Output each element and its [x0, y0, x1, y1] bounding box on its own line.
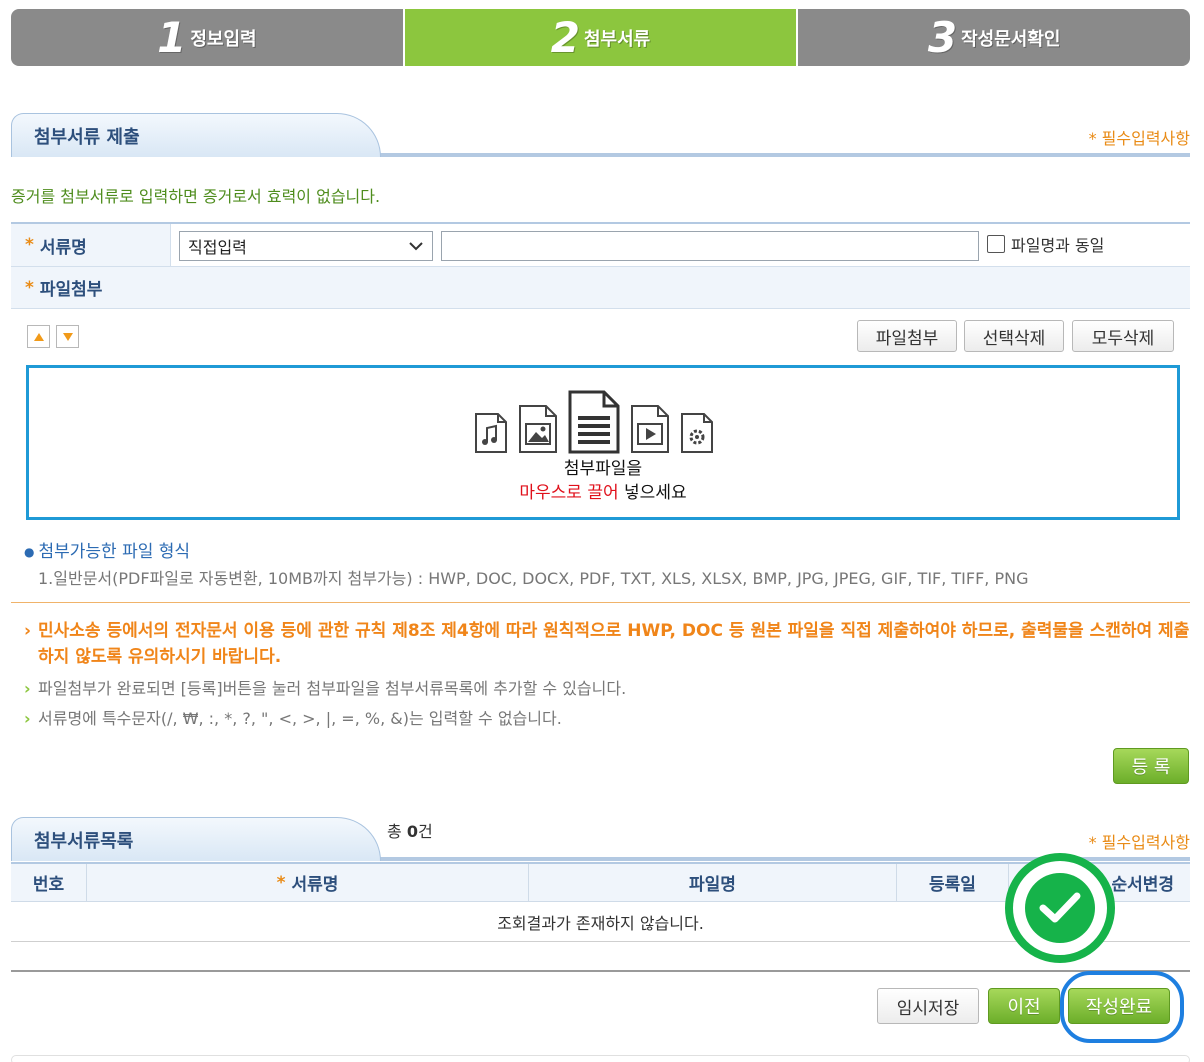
temp-save-button[interactable]: 임시저장 — [877, 988, 979, 1024]
file-attach-header: * 파일첨부 — [11, 267, 171, 308]
step-label: 정보입력 — [190, 28, 257, 50]
file-drop-zone[interactable]: 첨부파일을 마우스로 끌어 넣으세요 — [26, 365, 1180, 520]
col-file-name: 파일명 — [529, 864, 897, 901]
section-tab: 첨부서류목록 — [11, 817, 381, 861]
success-check-badge — [1005, 853, 1115, 963]
col-doc-name-label: 서류명 — [291, 875, 339, 895]
notes-divider — [11, 602, 1190, 603]
file-attach-button[interactable]: 파일첨부 — [857, 320, 957, 352]
total-suffix: 건 — [417, 822, 433, 841]
image-file-icon — [519, 405, 557, 453]
audio-file-icon — [475, 413, 507, 453]
doc-name-header: * 서류명 — [11, 224, 171, 266]
attachment-submit-section-header: 첨부서류 제출 * 필수입력사항 — [11, 113, 1190, 157]
arrow-down-icon — [62, 332, 73, 341]
step-1: 1 정보입력 — [11, 9, 403, 66]
arrow-up-icon — [33, 332, 44, 341]
file-type-icons — [474, 390, 714, 454]
step-number: 1 — [157, 13, 187, 62]
required-star: * — [276, 872, 286, 893]
bottom-panel-edge — [11, 1055, 1190, 1062]
required-star: * — [25, 235, 34, 255]
step-label: 첨부서류 — [584, 28, 651, 50]
col-reg-date: 등록일 — [897, 864, 1009, 901]
video-file-icon — [631, 405, 669, 453]
attachment-list-section-header: 첨부서류목록 * 필수입력사항 — [11, 817, 1190, 861]
file-attach-row: * 파일첨부 — [11, 267, 1190, 309]
col-number: 번호 — [11, 864, 87, 901]
evidence-notice: 증거를 첨부서류로 입력하면 증거로서 효력이 없습니다. — [11, 187, 381, 206]
drop-instruction-highlight: 마우스로 끌어 — [519, 483, 619, 503]
total-number: 0 — [406, 822, 418, 841]
file-attach-label: 파일첨부 — [39, 280, 103, 300]
step-3: 3 작성문서확인 — [796, 9, 1190, 66]
chevron-down-icon — [408, 236, 424, 260]
required-star: * — [25, 277, 34, 298]
section-title: 첨부서류 제출 — [34, 126, 140, 148]
total-prefix: 총 — [387, 822, 407, 841]
step-label: 작성문서확인 — [961, 28, 1061, 50]
file-types-title-text: 첨부가능한 파일 형식 — [38, 542, 191, 562]
doc-name-select[interactable]: 직접입력 — [179, 231, 433, 261]
doc-name-row: * 서류명 직접입력 파일명과 동일 — [11, 222, 1190, 267]
check-icon — [1025, 873, 1095, 943]
delete-all-button[interactable]: 모두삭제 — [1072, 320, 1174, 352]
step-2: 2 첨부서류 — [402, 9, 797, 66]
file-types-title: ● 첨부가능한 파일 형식 — [24, 542, 191, 562]
required-note: * 필수입력사항 — [1088, 833, 1190, 852]
drop-instruction-line2: 마우스로 끌어 넣으세요 — [29, 478, 1177, 503]
delete-selected-button[interactable]: 선택삭제 — [964, 320, 1064, 352]
same-as-filename-checkbox[interactable] — [987, 235, 1005, 253]
bottom-divider — [11, 970, 1190, 972]
prev-button[interactable]: 이전 — [988, 988, 1060, 1024]
step-number: 2 — [550, 13, 580, 62]
required-note: * 필수입력사항 — [1088, 129, 1190, 148]
step-number: 3 — [927, 13, 958, 62]
total-count: 총 0건 — [387, 818, 433, 842]
note-warning: 민사소송 등에서의 전자문서 이용 등에 관한 규칙 제8조 제4항에 따라 원… — [24, 618, 1190, 670]
same-as-filename-label: 파일명과 동일 — [1011, 236, 1105, 255]
document-file-icon — [568, 390, 620, 454]
doc-name-label: 서류명 — [39, 237, 87, 258]
notes-list: 민사소송 등에서의 전자문서 이용 등에 관한 규칙 제8조 제4항에 따라 원… — [24, 618, 1190, 734]
register-button[interactable]: 등 록 — [1113, 748, 1189, 784]
col-doc-name: * 서류명 — [87, 864, 529, 901]
drop-instruction-line1: 첨부파일을 — [563, 459, 643, 479]
step-progress-bar: 1 정보입력 2 첨부서류 3 작성문서확인 — [11, 9, 1190, 66]
drop-instruction-rest: 넣으세요 — [618, 483, 687, 503]
doc-name-input[interactable] — [441, 231, 979, 261]
move-up-button[interactable] — [27, 325, 50, 348]
section-tab: 첨부서류 제출 — [11, 113, 381, 157]
same-as-filename-option[interactable]: 파일명과 동일 — [987, 232, 1104, 256]
file-types-description: 1.일반문서(PDF파일로 자동변환, 10MB까지 첨부가능) : HWP, … — [38, 569, 1029, 588]
move-down-button[interactable] — [56, 325, 79, 348]
highlight-ring — [1060, 971, 1184, 1043]
note-info: 서류명에 특수문자(/, ₩, :, *, ?, ", <, >, |, =, … — [24, 704, 1190, 734]
section-title: 첨부서류목록 — [34, 830, 134, 852]
settings-file-icon — [681, 413, 713, 453]
note-info: 파일첨부가 완료되면 [등록]버튼을 눌러 첨부파일을 첨부서류목록에 추가할 … — [24, 674, 1190, 704]
select-value: 직접입력 — [188, 238, 247, 257]
